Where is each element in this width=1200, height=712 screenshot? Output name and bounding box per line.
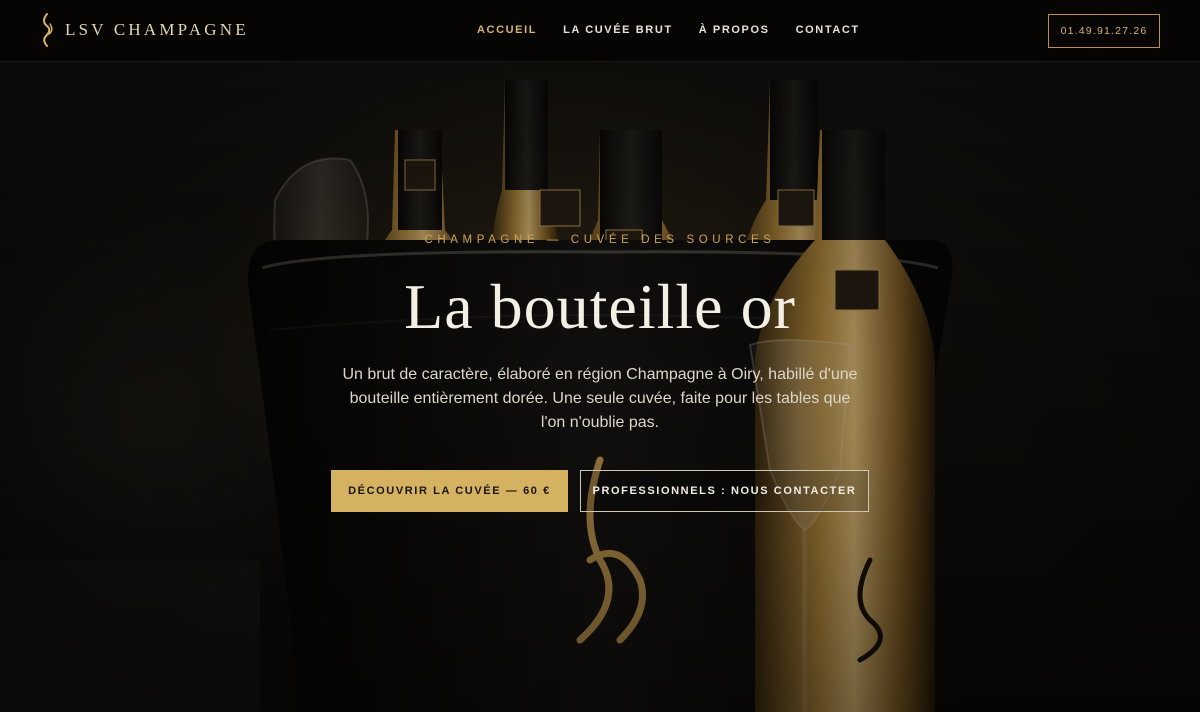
nav-item-la-cuvee-brut[interactable]: LA CUVÉE BRUT <box>563 24 673 36</box>
hero-title: La bouteille or <box>404 271 796 342</box>
phone-button[interactable]: 01.49.91.27.26 <box>1048 14 1160 48</box>
nav-item-a-propos[interactable]: À PROPOS <box>699 24 770 36</box>
discover-cuvee-button[interactable]: DÉCOUVRIR LA CUVÉE — 60 € <box>331 470 568 512</box>
site-header: LSV CHAMPAGNE ACCUEIL LA CUVÉE BRUT À PR… <box>0 0 1200 62</box>
brand-name: LSV CHAMPAGNE <box>65 20 249 39</box>
hero-kicker: CHAMPAGNE — CUVÉE DES SOURCES <box>424 234 776 246</box>
nav-item-accueil[interactable]: ACCUEIL <box>477 24 537 36</box>
professionals-contact-button[interactable]: PROFESSIONNELS : NOUS CONTACTER <box>580 470 869 512</box>
main-nav: ACCUEIL LA CUVÉE BRUT À PROPOS CONTACT <box>477 24 860 36</box>
nav-item-contact[interactable]: CONTACT <box>796 24 860 36</box>
hero-background <box>0 0 1200 712</box>
lsv-monogram-icon <box>43 13 53 47</box>
brand-logo[interactable]: LSV CHAMPAGNE <box>38 12 249 48</box>
hero-lead: Un brut de caractère, élaboré en région … <box>342 366 858 431</box>
hero-overlay <box>0 0 1200 712</box>
